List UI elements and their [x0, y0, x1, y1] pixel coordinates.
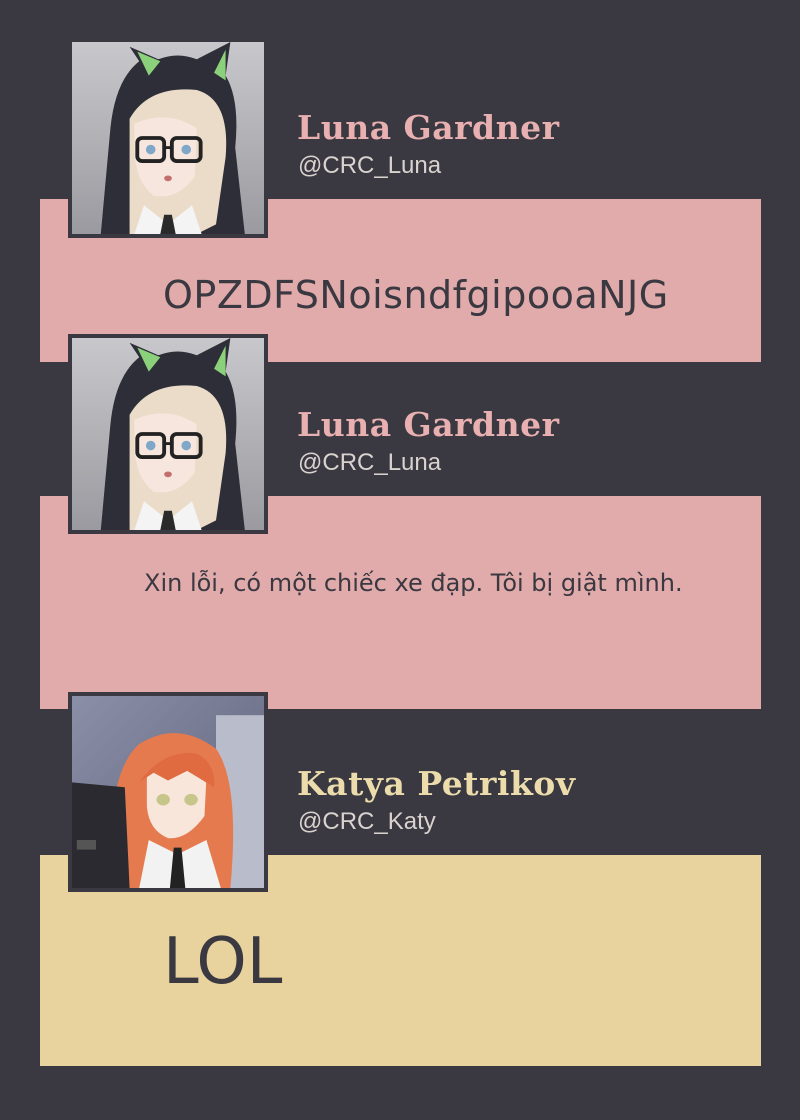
- message-text: OPZDFSNoisndfgipooaNJG: [163, 273, 669, 317]
- message-text: LOL: [163, 925, 283, 999]
- author-handle[interactable]: @CRC_Luna: [298, 449, 441, 477]
- author-name[interactable]: Luna Gardner: [297, 405, 559, 444]
- message-text: Xin lỗi, có một chiếc xe đạp. Tôi bị giậ…: [144, 569, 683, 597]
- author-handle[interactable]: @CRC_Katy: [298, 808, 436, 836]
- author-handle[interactable]: @CRC_Luna: [298, 152, 441, 180]
- luna-avatar-icon[interactable]: [68, 334, 268, 534]
- author-name[interactable]: Katya Petrikov: [297, 764, 576, 803]
- author-name[interactable]: Luna Gardner: [297, 108, 559, 147]
- katya-avatar-icon[interactable]: [68, 692, 268, 892]
- luna-avatar-icon[interactable]: [68, 38, 268, 238]
